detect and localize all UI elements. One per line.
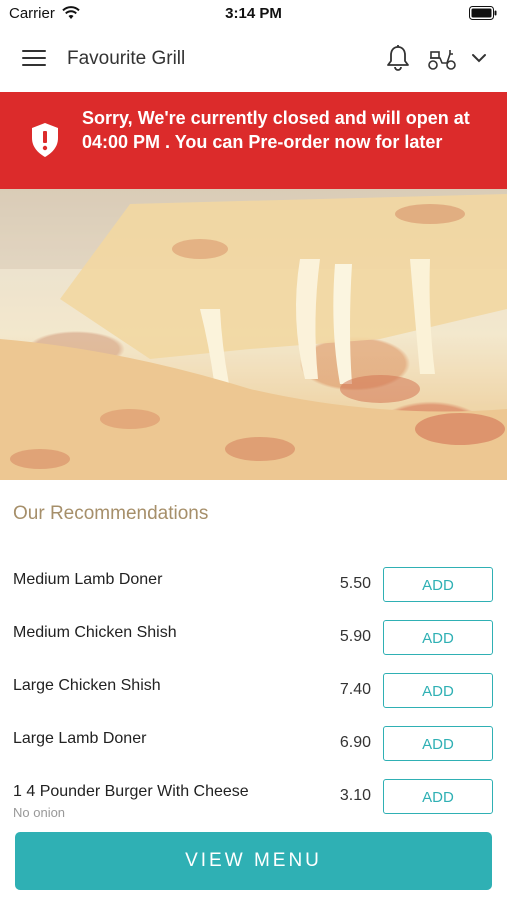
add-button[interactable]: ADD	[383, 620, 493, 655]
shield-alert-icon	[32, 123, 58, 157]
recommendation-item: Large Lamb Doner 6.90 ADD	[0, 722, 507, 775]
item-name: Large Lamb Doner	[13, 730, 147, 747]
recommendation-item: Medium Lamb Doner 5.50 ADD	[0, 563, 507, 616]
status-time: 3:14 PM	[225, 5, 282, 22]
hamburger-menu-icon[interactable]	[22, 50, 46, 68]
recommendations-title: Our Recommendations	[13, 503, 209, 524]
item-price: 6.90	[339, 734, 371, 751]
item-name: 1 4 Pounder Burger With Cheese	[13, 783, 249, 800]
item-name: Large Chicken Shish	[13, 677, 161, 694]
view-menu-button[interactable]: VIEW MENU	[15, 832, 492, 890]
bell-icon[interactable]	[385, 44, 411, 72]
restaurant-title: Favourite Grill	[67, 48, 186, 69]
status-bar: Carrier 3:14 PM	[0, 0, 507, 28]
recommendation-item: 1 4 Pounder Burger With Cheese No onion …	[0, 775, 507, 828]
add-button[interactable]: ADD	[383, 726, 493, 761]
item-price: 5.50	[339, 575, 371, 592]
item-name: Medium Chicken Shish	[13, 624, 177, 641]
item-price: 7.40	[339, 681, 371, 698]
closed-message: Sorry, We're currently closed and will o…	[82, 108, 470, 152]
chevron-down-icon[interactable]	[468, 50, 490, 66]
closed-banner: Sorry, We're currently closed and will o…	[0, 92, 507, 189]
item-price: 5.90	[339, 628, 371, 645]
add-button[interactable]: ADD	[383, 779, 493, 814]
item-price: 3.10	[339, 787, 371, 804]
battery-icon	[469, 6, 497, 20]
pizza-hero-image	[0, 189, 507, 480]
scooter-icon[interactable]	[426, 44, 458, 72]
item-note: No onion	[13, 805, 66, 820]
item-name: Medium Lamb Doner	[13, 571, 163, 588]
add-button[interactable]: ADD	[383, 673, 493, 708]
recommendation-item: Medium Chicken Shish 5.90 ADD	[0, 616, 507, 669]
recommendation-item: Large Chicken Shish 7.40 ADD	[0, 669, 507, 722]
app-header: Favourite Grill	[0, 28, 507, 92]
add-button[interactable]: ADD	[383, 567, 493, 602]
